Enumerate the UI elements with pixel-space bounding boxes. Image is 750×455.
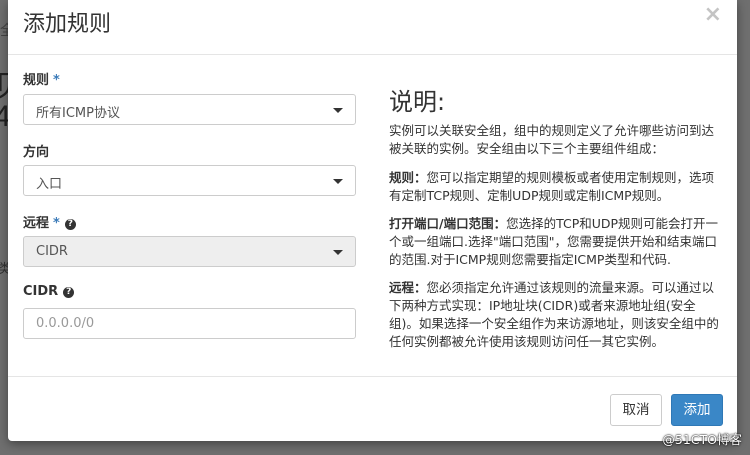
rule-label-text: 规则	[23, 73, 50, 88]
modal-footer: 取消 添加	[8, 376, 737, 442]
modal-header: 添加规则 ×	[8, 0, 737, 55]
description-remote: 远程：您必须指定允许通过该规则的流量来源。可以通过以下两种方式实现：IP地址块(…	[389, 279, 725, 351]
required-mark: *	[53, 216, 60, 231]
remote-select[interactable]: CIDR	[23, 236, 356, 267]
rule-label: 规则 *	[23, 69, 60, 88]
help-icon[interactable]: ?	[64, 219, 76, 230]
description-panel: 说明: 实例可以关联安全组，组中的规则定义了允许哪些访问到达被关联的实例。安全组…	[389, 82, 724, 349]
close-icon[interactable]: ×	[704, 4, 722, 26]
direction-label: 方向	[23, 145, 50, 160]
description-remote-text: 您必须指定允许通过该规则的流量来源。可以通过以下两种方式实现：IP地址块(CID…	[389, 280, 719, 349]
cancel-button[interactable]: 取消	[610, 394, 662, 426]
direction-select-value: 入口	[36, 177, 63, 192]
description-ports: 打开端口/端口范围：您选择的TCP和UDP规则可能会打开一个或一组端口.选择"端…	[389, 215, 725, 269]
rule-select[interactable]: 所有ICMP协议	[23, 94, 356, 125]
required-mark: *	[53, 73, 60, 88]
description-rule-text: 您可以指定期望的规则模板或者使用定制规则，选项有定制TCP规则、定制UDP规则或…	[389, 170, 715, 203]
cidr-label: CIDR?	[23, 284, 75, 299]
description-rule: 规则：您可以指定期望的规则模板或者使用定制规则，选项有定制TCP规则、定制UDP…	[389, 169, 725, 205]
caret-down-icon	[333, 250, 343, 255]
cidr-input-placeholder: 0.0.0.0/0	[36, 316, 95, 331]
caret-down-icon	[333, 108, 343, 113]
description-title: 说明:	[389, 88, 446, 116]
modal-title: 添加规则	[23, 12, 112, 37]
remote-label: 远程 *?	[23, 212, 76, 231]
caret-down-icon	[333, 179, 343, 184]
direction-select[interactable]: 入口	[23, 165, 356, 196]
remote-label-text: 远程	[23, 216, 50, 231]
cidr-input[interactable]: 0.0.0.0/0	[23, 308, 356, 339]
watermark: @51CTO博客	[662, 432, 742, 447]
remote-select-value: CIDR	[36, 244, 68, 259]
cidr-label-text: CIDR	[23, 284, 59, 299]
description-ports-label: 打开端口/端口范围：	[389, 216, 507, 231]
add-button[interactable]: 添加	[671, 394, 723, 426]
help-icon[interactable]: ?	[63, 287, 75, 298]
description-rule-label: 规则：	[389, 170, 427, 185]
description-remote-label: 远程：	[389, 280, 427, 295]
add-rule-modal: 添加规则 × 规则 * 所有ICMP协议 方向 入口 远程 *? CIDR CIDR…	[8, 0, 737, 441]
description-intro: 实例可以关联安全组，组中的规则定义了允许哪些访问到达被关联的实例。安全组由以下三…	[389, 123, 715, 156]
rule-select-value: 所有ICMP协议	[36, 106, 120, 121]
